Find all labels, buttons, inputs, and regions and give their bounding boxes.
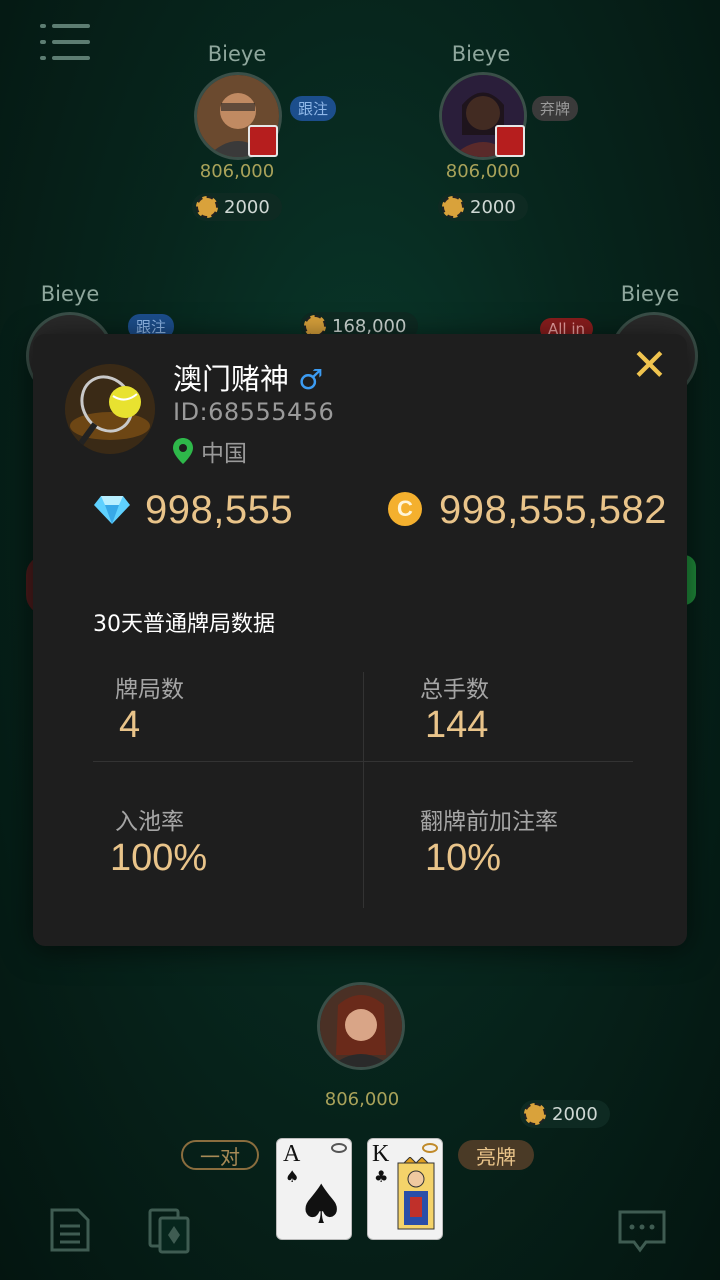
divider	[363, 672, 364, 908]
history-icon[interactable]	[48, 1206, 92, 1254]
stat-value: 144	[425, 704, 489, 746]
self-chips: 806,000	[324, 1089, 400, 1110]
coin-balance: 998,555,582	[439, 488, 667, 532]
eye-hidden-icon	[331, 1143, 347, 1153]
profile-nickname: 澳门赌神 ♂	[173, 356, 323, 398]
divider	[93, 761, 633, 762]
diamond-icon	[93, 494, 131, 530]
player-name: Bieye	[451, 42, 511, 66]
cards-icon[interactable]	[146, 1206, 190, 1254]
stat-label: 入池率	[115, 809, 184, 835]
hole-card[interactable]: K ♣	[367, 1138, 443, 1240]
diamond-balance: 998,555	[145, 488, 294, 532]
stat-value: 10%	[425, 837, 502, 879]
action-badge: 弃牌	[532, 96, 579, 121]
stat-label: 牌局数	[115, 677, 184, 703]
player-profile-modal: ✕ 澳门赌神 ♂ ID:68555456 中国 998,555 C 998,55…	[33, 334, 687, 946]
king-figure-icon	[397, 1157, 435, 1230]
profile-id: ID:68555456	[173, 398, 335, 426]
card-back-icon	[495, 125, 525, 157]
stats-section-title: 30天普通牌局数据	[93, 612, 275, 637]
player-name: Bieye	[620, 282, 680, 306]
chip-icon	[196, 196, 218, 218]
bet-amount: 2000	[224, 196, 270, 218]
location-pin-icon	[173, 438, 193, 464]
profile-avatar	[65, 364, 155, 454]
player-bet: 2000	[438, 193, 528, 221]
stat-label: 翻牌前加注率	[420, 809, 558, 835]
coin-icon: C	[388, 492, 422, 526]
show-cards-button[interactable]: 亮牌	[458, 1140, 534, 1170]
card-back-icon	[248, 125, 278, 157]
spade-icon: ♠	[297, 1173, 346, 1236]
player-name: Bieye	[207, 42, 267, 66]
action-badge: 跟注	[290, 96, 337, 121]
player-chips: 806,000	[199, 161, 275, 182]
profile-location: 中国	[173, 434, 247, 468]
close-icon[interactable]: ✕	[631, 344, 668, 388]
player-bet: 2000	[192, 193, 282, 221]
self-avatar[interactable]	[317, 982, 405, 1070]
chat-icon[interactable]	[616, 1208, 666, 1256]
player-chips: 806,000	[445, 161, 521, 182]
stat-value: 100%	[110, 837, 208, 879]
card-rank: K	[372, 1141, 390, 1167]
card-rank: A	[283, 1141, 301, 1167]
nickname-text: 澳门赌神	[173, 362, 290, 396]
card-suit: ♣	[374, 1167, 389, 1186]
stat-value: 4	[119, 704, 141, 746]
hand-rank-label: 一对	[181, 1140, 259, 1170]
player-name: Bieye	[40, 282, 100, 306]
location-text: 中国	[201, 441, 247, 467]
male-icon: ♂	[298, 363, 324, 396]
chip-icon	[442, 196, 464, 218]
stat-label: 总手数	[420, 677, 489, 703]
chip-icon	[524, 1103, 546, 1125]
eye-icon	[422, 1143, 438, 1153]
menu-icon[interactable]	[40, 22, 90, 64]
hole-card[interactable]: A ♠ ♠	[276, 1138, 352, 1240]
bet-amount: 2000	[552, 1103, 598, 1125]
self-bet: 2000	[520, 1100, 610, 1128]
bet-amount: 2000	[470, 196, 516, 218]
